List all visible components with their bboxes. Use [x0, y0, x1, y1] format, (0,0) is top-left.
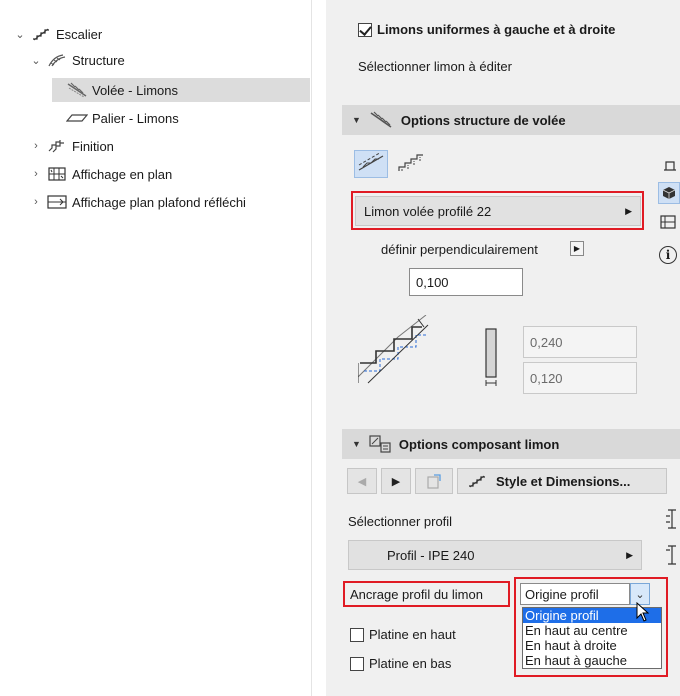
- stair-icon: [30, 27, 52, 41]
- collapse-triangle-icon[interactable]: ▼: [352, 439, 361, 449]
- open-component-icon: [427, 474, 441, 489]
- inclined-stringer-mode-button[interactable]: [354, 150, 388, 178]
- tree-item-label: Finition: [72, 138, 114, 154]
- tree-item-label: Volée - Limons: [92, 82, 178, 98]
- anchor-option[interactable]: En haut à droite: [523, 638, 661, 653]
- chevron-down-icon[interactable]: ⌄: [30, 54, 42, 67]
- perpendicular-label: définir perpendiculairement: [381, 242, 538, 257]
- next-button[interactable]: ▶: [381, 468, 411, 494]
- tree-item-finition[interactable]: › Finition: [30, 134, 114, 158]
- caret-right-icon: ▶: [625, 205, 632, 216]
- chevron-right-icon[interactable]: ›: [30, 140, 42, 152]
- mouse-cursor-icon: [636, 601, 650, 625]
- style-dimensions-label: Style et Dimensions...: [496, 473, 631, 489]
- structure-options-header[interactable]: ▼ Options structure de volée: [342, 105, 680, 135]
- stringer-profile-popup[interactable]: Limon volée profilé 22 ▶: [355, 196, 641, 226]
- inclined-stringer-icon: [357, 150, 385, 176]
- anchor-select[interactable]: Origine profil: [520, 583, 630, 605]
- 3d-view-button[interactable]: [658, 182, 680, 204]
- stair-icon: [469, 475, 485, 488]
- anchor-option[interactable]: En haut au centre: [523, 623, 661, 638]
- plate-bottom-checkbox[interactable]: [350, 657, 364, 671]
- open-component-button[interactable]: [415, 468, 453, 494]
- previous-button[interactable]: ◀: [347, 468, 377, 494]
- anchor-option[interactable]: En haut à gauche: [523, 653, 661, 668]
- tree-item-label: Affichage plan plafond réfléchi: [72, 194, 246, 210]
- caret-right-icon: ▶: [626, 549, 633, 560]
- tree-item-structure[interactable]: ⌄ Structure: [30, 48, 125, 72]
- component-options-icon: [369, 435, 391, 453]
- flight-stringer-icon: [66, 82, 88, 98]
- profile-selector-popup[interactable]: Profil - IPE 240 ▶: [348, 540, 642, 570]
- plate-top-label: Platine en haut: [369, 627, 456, 642]
- chevron-right-icon[interactable]: ›: [30, 168, 42, 180]
- plan-view-icon[interactable]: [662, 158, 678, 175]
- landing-stringer-icon: [66, 112, 88, 124]
- ceiling-plan-icon: [46, 195, 68, 209]
- tree-item-label: Escalier: [56, 26, 103, 42]
- uniform-stringers-label: Limons uniformes à gauche et à droite: [377, 22, 616, 37]
- chevron-down-icon[interactable]: ⌄: [14, 28, 26, 41]
- tree-item-affichage-plafond[interactable]: › Affichage plan plafond réfléchi: [30, 190, 246, 214]
- tree-item-escalier[interactable]: ⌄ Escalier: [14, 22, 102, 46]
- anchor-label: Ancrage profil du limon: [350, 587, 483, 602]
- structure-icon: [46, 52, 68, 68]
- section-view-icon[interactable]: [660, 214, 676, 233]
- stringer-section-preview: [357, 314, 438, 388]
- tree-item-label: Palier - Limons: [92, 110, 179, 126]
- select-profile-label: Sélectionner profil: [348, 514, 453, 529]
- offset-field[interactable]: 0,100: [409, 268, 523, 296]
- uniform-stringers-checkbox[interactable]: [358, 23, 372, 37]
- select-stringer-label: Sélectionner limon à éditer: [358, 59, 512, 74]
- profile-anchor-icon-1: [664, 508, 680, 533]
- chevron-right-icon[interactable]: ›: [30, 196, 42, 208]
- stringer-profile-value: Limon volée profilé 22: [364, 203, 492, 219]
- floor-plan-icon: [46, 167, 68, 181]
- profile-anchor-icon-2: [664, 544, 680, 569]
- component-options-title: Options composant limon: [398, 436, 560, 452]
- structure-options-title: Options structure de volée: [400, 112, 566, 128]
- settings-tree: ⌄ Escalier ⌄ Structure Volée - Limons Pa…: [0, 0, 312, 696]
- perpendicular-toggle-button[interactable]: ▶: [570, 241, 584, 256]
- tree-item-affichage-plan[interactable]: › Affichage en plan: [30, 162, 172, 186]
- style-dimensions-button[interactable]: Style et Dimensions...: [457, 468, 667, 494]
- tree-item-label: Affichage en plan: [72, 166, 173, 182]
- tree-item-volee-limons[interactable]: Volée - Limons: [52, 78, 310, 102]
- stepped-stringer-icon: [397, 153, 425, 176]
- plate-bottom-label: Platine en bas: [369, 656, 452, 671]
- tree-item-palier-limons[interactable]: Palier - Limons: [66, 106, 179, 130]
- stepped-stringer-mode-button[interactable]: [394, 150, 428, 178]
- tree-item-label: Structure: [72, 52, 125, 68]
- component-options-header[interactable]: ▼ Options composant limon: [342, 429, 680, 459]
- cube-icon: [662, 187, 676, 199]
- finish-icon: [46, 139, 68, 153]
- info-icon[interactable]: i: [659, 246, 677, 264]
- profile-dimension-preview: [480, 325, 506, 392]
- flight-structure-icon: [369, 111, 393, 129]
- stringer-width-field[interactable]: 0,120: [523, 362, 637, 394]
- profile-selector-value: Profil - IPE 240: [387, 547, 475, 563]
- collapse-triangle-icon[interactable]: ▼: [352, 115, 361, 125]
- plate-top-checkbox[interactable]: [350, 628, 364, 642]
- stringer-height-field[interactable]: 0,240: [523, 326, 637, 358]
